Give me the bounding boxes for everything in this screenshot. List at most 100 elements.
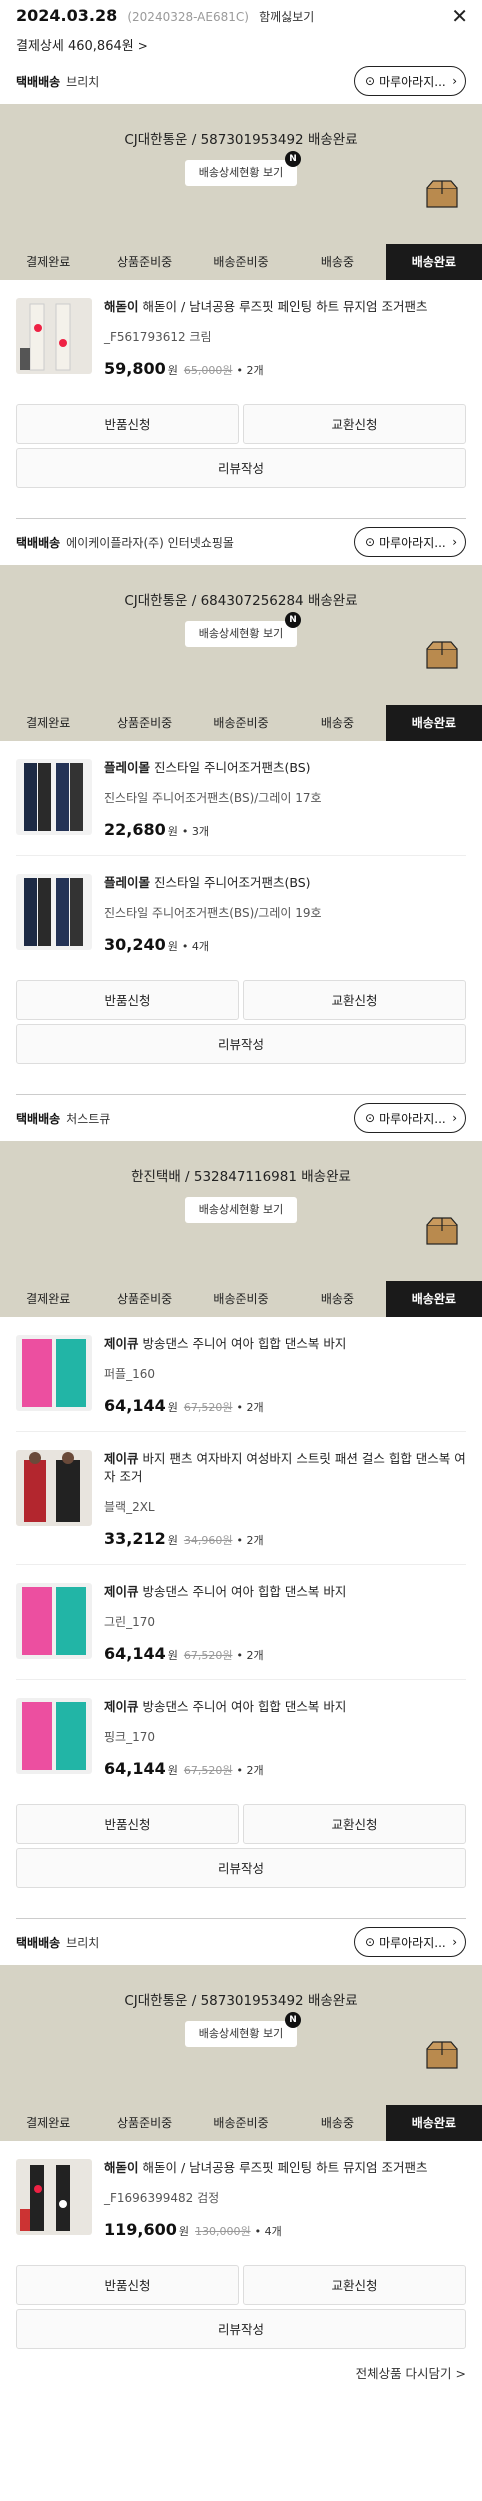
brand-name: 해돋이 — [104, 299, 139, 314]
list-item[interactable]: 제이큐 방송댄스 주니어 여아 힙합 댄스복 바지 그린_170 64,144 원… — [16, 1565, 466, 1680]
tracking-detail-label: 배송상세현황 보기 — [198, 627, 284, 640]
tracking-text: CJ대한통운 / 684307256284 배송완료 — [124, 593, 358, 609]
list-item[interactable]: 해돋이 해돋이 / 남녀공용 루즈핏 페인팅 하트 뮤지엄 조거팬츠 _F561… — [16, 280, 466, 394]
tracking-text: CJ대한통운 / 587301953492 배송완료 — [124, 1993, 358, 2009]
chevron-right-icon: › — [452, 535, 457, 549]
payment-detail-link[interactable]: 결제상세 460,864원 > — [16, 35, 466, 54]
new-badge: N — [285, 2012, 301, 2028]
product-option: 핑크_170 — [104, 1730, 155, 1744]
brand-name: 해돋이 — [104, 2160, 139, 2175]
product-name: 방송댄스 주니어 여아 힙합 댄스복 바지 — [142, 1584, 347, 1599]
return-button[interactable]: 반품신청 — [16, 404, 239, 444]
product-title: 플레이몰 진스타일 주니어조거팬츠(BS) — [104, 759, 466, 777]
original-price: 65,000원 — [183, 364, 233, 377]
price-row: 119,600 원 130,000원 • 4개 — [104, 2220, 466, 2239]
product-option: 그린_170 — [104, 1615, 155, 1629]
location-pin-icon: ⊙ — [365, 535, 376, 549]
tracking-panel: CJ대한통운 / 587301953492 배송완료 배송상세현황 보기 N — [0, 1965, 482, 2105]
currency: 원 — [167, 1534, 178, 1547]
reorder-all-button[interactable]: 전체상품 다시담기 > — [356, 2363, 466, 2382]
location-pin-icon: ⊙ — [365, 1111, 376, 1125]
tracking-detail-label: 배송상세현황 보기 — [198, 1203, 284, 1216]
price: 64,144 — [104, 1396, 166, 1415]
action-buttons: 반품신청 교환신청 리뷰작성 — [0, 2255, 482, 2349]
new-badge: N — [285, 151, 301, 167]
payment-detail-label: 결제상세 460,864원 — [16, 39, 134, 54]
progress-steps: 결제완료 상품준비중 배송준비중 배송중 배송완료 — [0, 705, 482, 741]
review-button[interactable]: 리뷰작성 — [16, 448, 466, 488]
seller-button-label: 마루아라지... — [379, 1111, 446, 1126]
tracking-detail-button[interactable]: 배송상세현황 보기 N — [185, 151, 301, 186]
step-shipping: 배송중 — [320, 1292, 354, 1306]
product-title: 해돋이 해돋이 / 남녀공용 루즈핏 페인팅 하트 뮤지엄 조거팬츠 — [104, 298, 466, 316]
order-number: (20240328-AE681C) — [127, 10, 249, 24]
section-header: 택배배송 에이케이플라자(주) 인터넷쇼핑몰 ⊙ 마루아라지... › — [0, 519, 482, 565]
product-thumbnail — [16, 874, 92, 950]
product-title: 제이큐 방송댄스 주니어 여아 힙합 댄스복 바지 — [104, 1335, 466, 1353]
quantity: • 2개 — [236, 1534, 264, 1547]
seller-button-label: 마루아라지... — [379, 74, 446, 89]
package-box-icon — [426, 641, 458, 669]
currency: 원 — [167, 364, 178, 377]
chevron-right-icon: › — [452, 1935, 457, 1949]
order-header: 2024.03.28 (20240328-AE681C) 함께싫보기 ✕ 결제상… — [0, 0, 482, 58]
currency: 원 — [167, 1401, 178, 1414]
seller-button-label: 마루아라지... — [379, 1935, 446, 1950]
price: 119,600 — [104, 2220, 177, 2239]
close-icon[interactable]: ✕ — [451, 6, 468, 26]
price: 22,680 — [104, 820, 166, 839]
seller-button[interactable]: ⊙ 마루아라지... › — [354, 527, 466, 557]
shipment-section: 택배배송 처스트큐 ⊙ 마루아라지... › 한진택배 / 532847116981… — [0, 1095, 482, 1919]
shipping-type: 택배배송 — [16, 1935, 61, 1950]
list-item[interactable]: 제이큐 방송댄스 주니어 여아 힙합 댄스복 바지 핑크_170 64,144 원… — [16, 1680, 466, 1794]
seller-button[interactable]: ⊙ 마루아라지... › — [354, 1103, 466, 1133]
step-delivered: 배송완료 — [385, 2105, 482, 2141]
return-button[interactable]: 반품신청 — [16, 1804, 239, 1844]
tracking-detail-button[interactable]: 배송상세현황 보기 N — [185, 2012, 301, 2047]
step-preparing-shipment: 배송준비중 — [213, 2116, 269, 2130]
exchange-button[interactable]: 교환신청 — [243, 404, 466, 444]
step-shipping: 배송중 — [320, 255, 354, 269]
step-preparing-product: 상품준비중 — [117, 1292, 173, 1306]
return-button[interactable]: 반품신청 — [16, 980, 239, 1020]
list-item[interactable]: 제이큐 바지 팬츠 여자바지 여성바지 스트릿 패션 걸스 힙합 댄스복 여자 … — [16, 1432, 466, 1565]
list-item[interactable]: 제이큐 방송댄스 주니어 여아 힙합 댄스복 바지 퍼플_160 64,144 원… — [16, 1317, 466, 1432]
price-row: 59,800 원 65,000원 • 2개 — [104, 359, 466, 378]
review-button[interactable]: 리뷰작성 — [16, 2309, 466, 2349]
item-list: 해돋이 해돋이 / 남녀공용 루즈핏 페인팅 하트 뮤지엄 조거팬츠 _F169… — [0, 2141, 482, 2255]
list-item[interactable]: 해돋이 해돋이 / 남녀공용 루즈핏 페인팅 하트 뮤지엄 조거팬츠 _F169… — [16, 2141, 466, 2255]
tracking-detail-button[interactable]: 배송상세현황 보기 — [185, 1197, 297, 1223]
seller-button[interactable]: ⊙ 마루아라지... › — [354, 1927, 466, 1957]
exchange-button[interactable]: 교환신청 — [243, 2265, 466, 2305]
step-preparing-product: 상품준비중 — [117, 716, 173, 730]
quantity: • 3개 — [181, 825, 209, 838]
chevron-right-icon: › — [452, 74, 457, 88]
action-buttons: 반품신청 교환신청 리뷰작성 — [0, 1794, 482, 1888]
product-thumbnail — [16, 1450, 92, 1526]
exchange-button[interactable]: 교환신청 — [243, 980, 466, 1020]
list-item[interactable]: 플레이몰 진스타일 주니어조거팬츠(BS) 진스타일 주니어조거팬츠(BS)/그… — [16, 741, 466, 856]
review-button[interactable]: 리뷰작성 — [16, 1024, 466, 1064]
action-buttons: 반품신청 교환신청 리뷰작성 — [0, 970, 482, 1064]
original-price: 67,520원 — [183, 1649, 233, 1662]
item-list: 플레이몰 진스타일 주니어조거팬츠(BS) 진스타일 주니어조거팬츠(BS)/그… — [0, 741, 482, 970]
seller-button-label: 마루아라지... — [379, 535, 446, 550]
quantity: • 2개 — [236, 364, 264, 377]
price: 59,800 — [104, 359, 166, 378]
list-item[interactable]: 플레이몰 진스타일 주니어조거팬츠(BS) 진스타일 주니어조거팬츠(BS)/그… — [16, 856, 466, 970]
product-name: 바지 팬츠 여자바지 여성바지 스트릿 패션 걸스 힙합 댄스복 여자 조거 — [104, 1451, 466, 1484]
product-option: 퍼플_160 — [104, 1367, 155, 1381]
step-shipping: 배송중 — [320, 716, 354, 730]
exchange-button[interactable]: 교환신청 — [243, 1804, 466, 1844]
seller-button[interactable]: ⊙ 마루아라지... › — [354, 66, 466, 96]
tracking-detail-button[interactable]: 배송상세현황 보기 N — [185, 612, 301, 647]
return-button[interactable]: 반품신청 — [16, 2265, 239, 2305]
shipping-type: 택배배송 — [16, 535, 61, 550]
step-paid: 결제완료 — [26, 255, 71, 269]
review-button[interactable]: 리뷰작성 — [16, 1848, 466, 1888]
chevron-right-icon: › — [452, 1111, 457, 1125]
hide-order-button[interactable]: 함께싫보기 — [259, 10, 314, 24]
package-box-icon — [426, 180, 458, 208]
step-preparing-shipment: 배송준비중 — [213, 255, 269, 269]
tracking-panel: CJ대한통운 / 684307256284 배송완료 배송상세현황 보기 N — [0, 565, 482, 705]
